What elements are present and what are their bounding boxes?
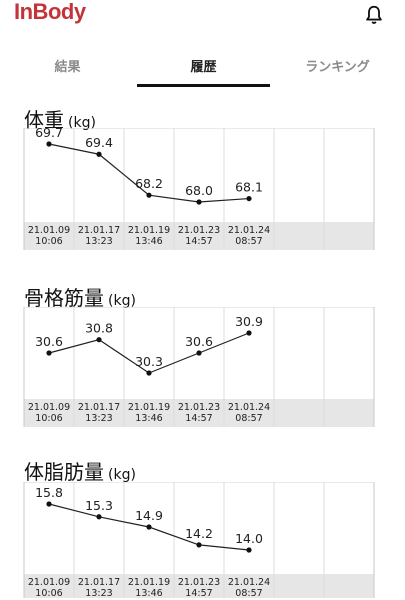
- body-fat-title: 体脂肪量: [24, 460, 104, 484]
- bell-icon[interactable]: [363, 4, 385, 26]
- x-tick-date: 21.01.23: [178, 577, 220, 588]
- data-label: 14.2: [185, 526, 213, 541]
- tab-bar: 結果 履歴 ランキング: [0, 40, 405, 90]
- tab-results[interactable]: 結果: [0, 56, 135, 75]
- x-tick-time: 13:46: [135, 588, 162, 599]
- x-tick-date: 21.01.24: [228, 402, 270, 413]
- x-tick-date: 21.01.17: [78, 577, 120, 588]
- data-label: 68.2: [135, 176, 163, 191]
- tab-ranking[interactable]: ランキング: [270, 56, 405, 75]
- x-tick-time: 14:57: [185, 236, 212, 247]
- x-tick-time: 10:06: [35, 588, 62, 599]
- data-point: [146, 370, 152, 376]
- data-label: 15.8: [35, 485, 63, 500]
- x-tick-time: 08:57: [235, 588, 262, 599]
- weight-chart: 21.01.0910:06 21.01.1713:23 21.01.1913:46 2…: [23, 128, 375, 250]
- skeletal-muscle-chart: 21.01.0910:06 21.01.1713:23 21.01.1913:46 2…: [23, 307, 375, 427]
- data-point: [246, 330, 252, 336]
- tab-history[interactable]: 履歴: [137, 56, 270, 75]
- data-point: [246, 195, 252, 202]
- x-tick-time: 08:57: [235, 413, 262, 424]
- top-bar: InBody: [0, 0, 405, 32]
- section-title-body-fat: 体脂肪量 (kg): [24, 456, 136, 485]
- data-point: [46, 501, 52, 507]
- data-point: [146, 192, 152, 198]
- x-tick-date: 21.01.24: [228, 577, 270, 588]
- x-tick-time: 14:57: [185, 413, 212, 424]
- data-point: [46, 141, 52, 147]
- data-point: [46, 350, 52, 356]
- x-tick-time: 13:46: [135, 236, 162, 247]
- x-tick-date: 21.01.19: [128, 402, 170, 413]
- x-tick-time: 14:57: [185, 588, 212, 599]
- data-label: 30.8: [85, 321, 113, 336]
- data-label: 30.6: [185, 334, 213, 349]
- x-tick-time: 13:23: [85, 236, 112, 247]
- data-point: [96, 151, 102, 157]
- data-label: 30.9: [235, 314, 263, 329]
- x-tick-time: 13:46: [135, 413, 162, 424]
- data-label: 68.0: [185, 183, 213, 198]
- data-point: [246, 547, 252, 553]
- data-label: 69.4: [85, 135, 113, 150]
- x-tick-time: 13:23: [85, 588, 112, 599]
- data-label: 14.0: [235, 531, 263, 546]
- active-tab-indicator: [137, 84, 270, 87]
- x-tick-date: 21.01.23: [178, 402, 220, 413]
- x-tick-date: 21.01.19: [128, 577, 170, 588]
- x-tick-date: 21.01.23: [178, 225, 220, 236]
- x-tick-time: 13:23: [85, 413, 112, 424]
- body-fat-chart: 21.01.0910:06 21.01.1713:23 21.01.1913:46 2…: [23, 482, 375, 599]
- x-tick-date: 21.01.09: [28, 402, 70, 413]
- brand-logo: InBody: [14, 0, 86, 24]
- data-point: [96, 514, 102, 520]
- data-label: 30.6: [35, 334, 63, 349]
- x-tick-date: 21.01.09: [28, 577, 70, 588]
- x-tick-date: 21.01.19: [128, 225, 170, 236]
- data-point: [96, 337, 102, 343]
- data-label: 68.1: [235, 180, 263, 195]
- data-point: [196, 350, 202, 356]
- x-tick-time: 10:06: [35, 413, 62, 424]
- x-tick-date: 21.01.09: [28, 225, 70, 236]
- data-label: 69.7: [35, 128, 63, 140]
- x-tick-date: 21.01.17: [78, 225, 120, 236]
- body-fat-unit: (kg): [108, 467, 136, 483]
- x-tick-time: 08:57: [235, 236, 262, 247]
- x-tick-time: 10:06: [35, 236, 62, 247]
- data-point: [196, 199, 202, 205]
- x-tick-date: 21.01.17: [78, 402, 120, 413]
- data-label: 14.9: [135, 508, 163, 523]
- data-point: [196, 542, 202, 548]
- x-tick-date: 21.01.24: [228, 225, 270, 236]
- data-label: 15.3: [85, 498, 113, 513]
- data-label: 30.3: [135, 354, 163, 369]
- data-point: [146, 524, 152, 530]
